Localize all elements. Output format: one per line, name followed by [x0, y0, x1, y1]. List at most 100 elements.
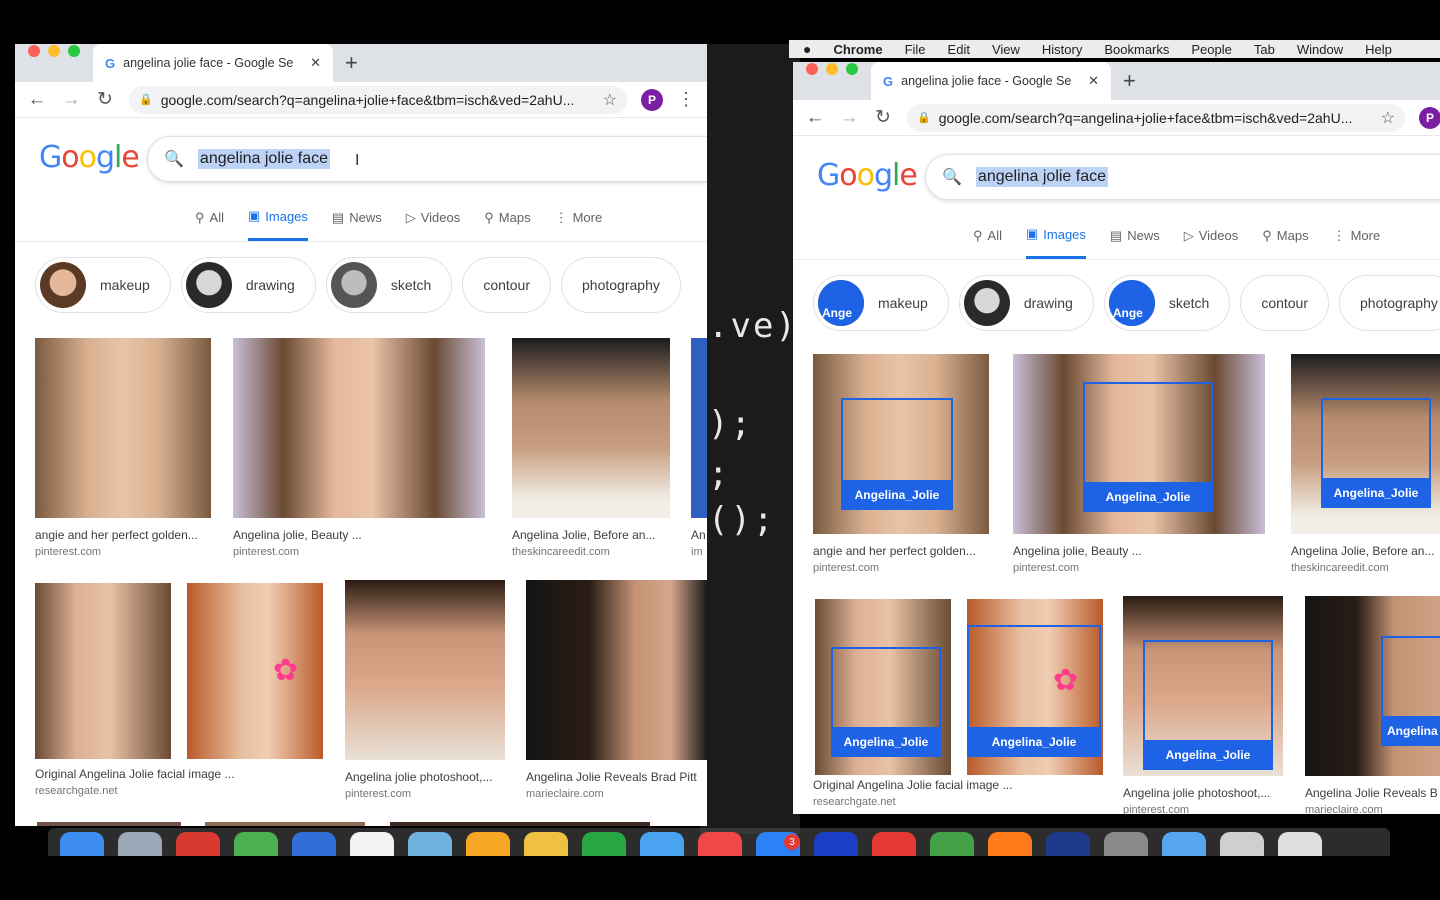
- tab-news[interactable]: ▤ News: [1110, 212, 1160, 259]
- music-icon[interactable]: [698, 832, 742, 856]
- menu-item-people[interactable]: People: [1191, 42, 1231, 57]
- image-result[interactable]: Angelina_Jolie Angelina jolie, Beauty ..…: [1013, 354, 1265, 574]
- close-tab-icon[interactable]: ✕: [1088, 73, 1099, 89]
- profile-avatar[interactable]: P: [1419, 106, 1440, 129]
- tab-all[interactable]: ⚲ All: [973, 212, 1002, 259]
- result-image[interactable]: ✿ Angelina_Jolie: [967, 599, 1103, 775]
- menu-item-edit[interactable]: Edit: [948, 42, 970, 57]
- address-bar[interactable]: 🔒 google.com/search?q=angelina+jolie+fac…: [129, 85, 627, 114]
- result-source[interactable]: theskincareedit.com: [512, 546, 670, 558]
- image-result[interactable]: [35, 583, 171, 759]
- chip-contour[interactable]: contour: [462, 257, 552, 313]
- tab-news[interactable]: ▤ News: [332, 194, 382, 241]
- result-image[interactable]: Angelina_Jolie: [815, 599, 951, 775]
- xcode-icon[interactable]: [640, 832, 684, 856]
- result-image[interactable]: Angelina_Jolie: [1291, 354, 1440, 534]
- image-result[interactable]: ✿ Angelina_Jolie: [967, 599, 1103, 775]
- chip-sketch[interactable]: Ange sketch: [1103, 275, 1231, 331]
- address-bar[interactable]: 🔒 google.com/search?q=angelina+jolie+fac…: [907, 103, 1405, 132]
- result-source[interactable]: researchgate.net: [35, 785, 335, 797]
- result-caption[interactable]: Angelina Jolie Reveals B: [1305, 786, 1440, 800]
- result-caption[interactable]: Angelina jolie photoshoot,...: [345, 770, 505, 784]
- image-result[interactable]: angie and her perfect golden... pinteres…: [35, 338, 211, 558]
- notes-icon[interactable]: [524, 832, 568, 856]
- image-result-caption-block[interactable]: Original Angelina Jolie facial image ...…: [35, 767, 335, 797]
- result-caption[interactable]: Angelina Jolie, Before an...: [1291, 544, 1440, 558]
- image-result[interactable]: [37, 822, 181, 826]
- browser-tab[interactable]: G angelina jolie face - Google Se ✕: [93, 44, 333, 82]
- downloads-icon[interactable]: [1220, 832, 1264, 856]
- image-result[interactable]: ✿: [187, 583, 323, 759]
- result-caption[interactable]: Original Angelina Jolie facial image ...: [813, 778, 1113, 792]
- result-image[interactable]: Angelina_Jolie: [1013, 354, 1265, 534]
- forward-button[interactable]: →: [839, 107, 859, 129]
- result-source[interactable]: pinterest.com: [345, 788, 505, 800]
- app-store-icon[interactable]: 3: [756, 832, 800, 856]
- tab-videos[interactable]: ▷ Videos: [1184, 212, 1239, 259]
- zoom-window-button[interactable]: [68, 45, 80, 57]
- image-result[interactable]: Angelina_Jolie Angelina Jolie, Before an…: [1291, 354, 1440, 574]
- app-icon[interactable]: [1046, 832, 1090, 856]
- menu-item-history[interactable]: History: [1042, 42, 1082, 57]
- tab-maps[interactable]: ⚲ Maps: [1262, 212, 1308, 259]
- trash-icon[interactable]: [1278, 832, 1322, 856]
- profile-avatar[interactable]: P: [641, 88, 663, 111]
- app-icon[interactable]: [988, 832, 1032, 856]
- image-result[interactable]: Angelina_Jolie angie and her perfect gol…: [813, 354, 989, 574]
- result-source[interactable]: marieclaire.com: [526, 788, 707, 800]
- photos-icon[interactable]: [466, 832, 510, 856]
- safari-icon[interactable]: [118, 832, 162, 856]
- menu-item-window[interactable]: Window: [1297, 42, 1343, 57]
- result-source[interactable]: im: [691, 546, 707, 558]
- result-caption[interactable]: Angelina jolie photoshoot,...: [1123, 786, 1283, 800]
- image-result[interactable]: Angelina jolie photoshoot,... pinterest.…: [345, 580, 505, 800]
- chip-makeup[interactable]: Ange makeup: [813, 275, 949, 331]
- result-source[interactable]: pinterest.com: [1123, 804, 1283, 814]
- reload-button[interactable]: ↻: [873, 106, 893, 129]
- image-result[interactable]: Angelina Jolie Reveals Brad Pitt mariecl…: [526, 580, 707, 800]
- result-source[interactable]: pinterest.com: [1013, 562, 1265, 574]
- finder-icon[interactable]: [60, 832, 104, 856]
- image-result[interactable]: An im: [691, 338, 707, 558]
- google-logo[interactable]: Google: [817, 158, 918, 193]
- result-caption[interactable]: Angelina Jolie, Before an...: [512, 528, 670, 542]
- app-icon[interactable]: [176, 832, 220, 856]
- back-button[interactable]: ←: [27, 89, 47, 111]
- result-caption[interactable]: An: [691, 528, 707, 542]
- result-image[interactable]: [205, 822, 365, 826]
- image-result[interactable]: Angelina_Jolie: [815, 599, 951, 775]
- new-tab-button[interactable]: +: [345, 50, 358, 76]
- image-result[interactable]: Angelina Angelina Jolie Reveals B mariec…: [1305, 596, 1440, 814]
- image-result[interactable]: [205, 822, 365, 826]
- result-source[interactable]: pinterest.com: [233, 546, 485, 558]
- calendar-icon[interactable]: [350, 832, 394, 856]
- result-image[interactable]: ✿: [187, 583, 323, 759]
- result-image[interactable]: Angelina_Jolie: [1123, 596, 1283, 776]
- folder-icon[interactable]: [1162, 832, 1206, 856]
- apple-icon[interactable]: ●: [803, 41, 811, 57]
- app-icon[interactable]: [1104, 832, 1148, 856]
- chip-drawing[interactable]: drawing: [180, 257, 316, 313]
- result-caption[interactable]: angie and her perfect golden...: [813, 544, 989, 558]
- chip-sketch[interactable]: sketch: [325, 257, 453, 313]
- chrome-menu-icon[interactable]: ⋮: [677, 89, 695, 110]
- search-input[interactable]: 🔍 angelina jolie face: [925, 154, 1440, 200]
- search-input[interactable]: 🔍 angelina jolie face: [147, 136, 707, 182]
- chip-photography[interactable]: photography: [561, 257, 681, 313]
- image-result[interactable]: Angelina jolie, Beauty ... pinterest.com: [233, 338, 485, 558]
- menu-item-file[interactable]: File: [905, 42, 926, 57]
- result-image[interactable]: [233, 338, 485, 518]
- new-tab-button[interactable]: +: [1123, 68, 1136, 94]
- mail-icon[interactable]: [292, 832, 336, 856]
- tab-maps[interactable]: ⚲ Maps: [484, 194, 530, 241]
- minimize-window-button[interactable]: [826, 63, 838, 75]
- forward-button[interactable]: →: [61, 89, 81, 111]
- result-image[interactable]: [526, 580, 707, 760]
- app-icon[interactable]: [872, 832, 916, 856]
- close-tab-icon[interactable]: ✕: [310, 55, 321, 71]
- result-source[interactable]: pinterest.com: [35, 546, 211, 558]
- tab-images[interactable]: ▣ Images: [1025, 212, 1086, 259]
- result-image[interactable]: [345, 580, 505, 760]
- tab-all[interactable]: ⚲ All: [195, 194, 224, 241]
- menu-item-chrome[interactable]: Chrome: [833, 42, 882, 57]
